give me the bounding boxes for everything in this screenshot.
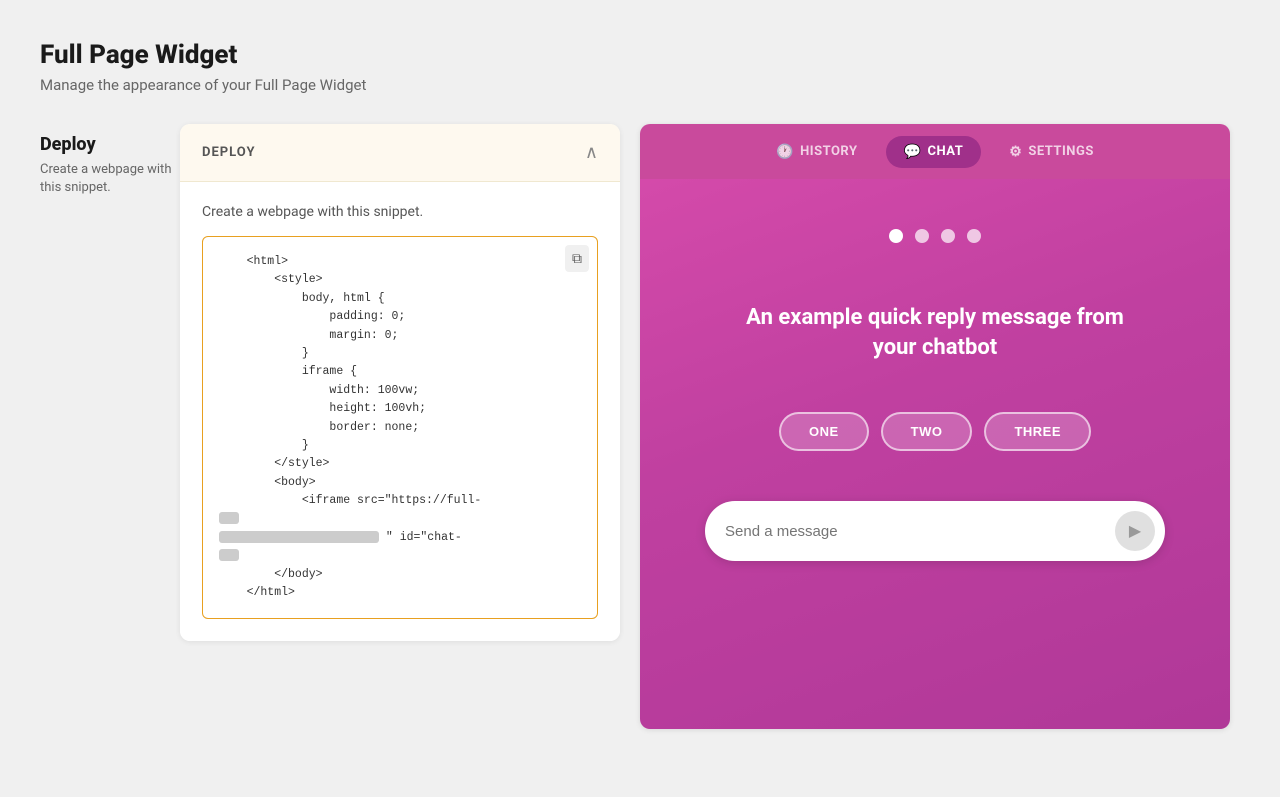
deploy-panel: DEPLOY ∧ Create a webpage with this snip… [180,124,620,641]
chat-icon: 💬 [904,144,922,160]
dots-row [889,229,981,243]
message-input[interactable] [725,523,1115,540]
quick-reply-one[interactable]: ONE [779,412,869,451]
tab-history[interactable]: 🕐 HISTORY [758,136,875,168]
send-button[interactable]: ▶ [1115,511,1155,551]
page-header: Full Page Widget Manage the appearance o… [40,40,1240,94]
copy-button[interactable]: ⧉ [565,245,589,272]
code-box: ⧉ <html> <style> body, html { padding: 0… [202,236,598,619]
deploy-header: DEPLOY ∧ [180,124,620,182]
preview-panel: 🕐 HISTORY 💬 CHAT ⚙ SETTINGS An example q… [640,124,1230,729]
preview-nav: 🕐 HISTORY 💬 CHAT ⚙ SETTINGS [640,124,1230,179]
tab-history-label: HISTORY [800,144,857,159]
sidebar-description: Create a webpage with this snippet. [40,161,180,197]
deploy-chevron-icon[interactable]: ∧ [585,142,598,163]
quick-reply-two[interactable]: TWO [881,412,973,451]
tab-settings[interactable]: ⚙ SETTINGS [991,136,1112,168]
dot-3 [941,229,955,243]
sidebar: Deploy Create a webpage with this snippe… [40,124,180,197]
tab-chat[interactable]: 💬 CHAT [886,136,982,168]
deploy-description: Create a webpage with this snippet. [202,204,598,220]
page-subtitle: Manage the appearance of your Full Page … [40,76,1240,94]
send-icon: ▶ [1129,521,1141,541]
page-title: Full Page Widget [40,40,1240,70]
quick-reply-message: An example quick reply message from your… [725,303,1145,362]
dot-2 [915,229,929,243]
settings-icon: ⚙ [1009,144,1022,160]
tab-chat-label: CHAT [927,144,963,159]
message-input-area: ▶ [705,501,1165,561]
deploy-label: DEPLOY [202,145,256,160]
history-icon: 🕐 [776,144,794,160]
dot-4 [967,229,981,243]
quick-reply-buttons: ONE TWO THREE [779,412,1091,451]
preview-body: An example quick reply message from your… [640,179,1230,729]
tab-settings-label: SETTINGS [1028,144,1094,159]
sidebar-title: Deploy [40,134,180,155]
dot-1 [889,229,903,243]
code-content: <html> <style> body, html { padding: 0; … [203,237,597,618]
deploy-body: Create a webpage with this snippet. ⧉ <h… [180,182,620,641]
quick-reply-three[interactable]: THREE [984,412,1091,451]
content-area: Deploy Create a webpage with this snippe… [40,124,1240,729]
